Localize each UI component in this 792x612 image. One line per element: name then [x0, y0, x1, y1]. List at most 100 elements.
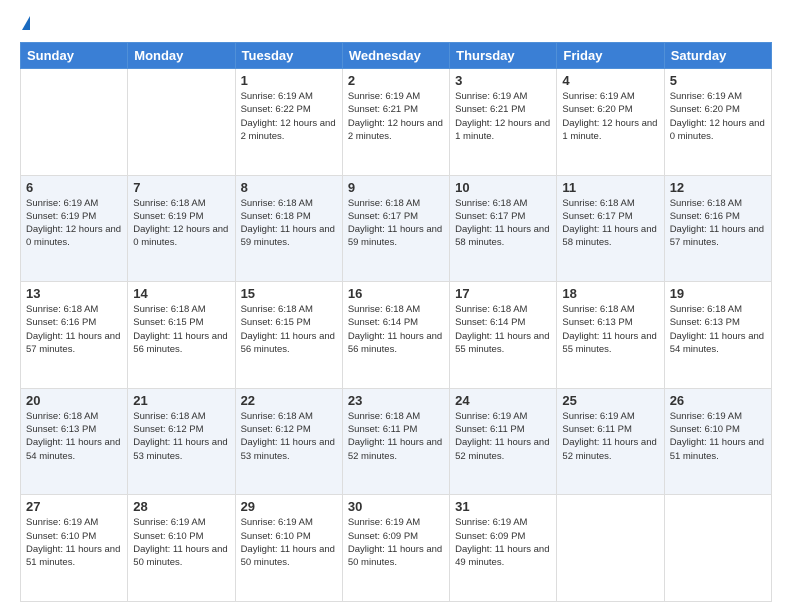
calendar-cell — [557, 495, 664, 602]
day-number: 16 — [348, 286, 444, 301]
day-number: 31 — [455, 499, 551, 514]
week-row-4: 20 Sunrise: 6:18 AM Sunset: 6:13 PM Dayli… — [21, 388, 772, 495]
day-number: 4 — [562, 73, 658, 88]
calendar-cell: 31Sunrise: 6:19 AM Sunset: 6:09 PM Dayli… — [450, 495, 557, 602]
day-number: 5 — [670, 73, 766, 88]
day-number: 24 — [455, 393, 551, 408]
day-header-friday: Friday — [557, 43, 664, 69]
day-number: 15 — [241, 286, 337, 301]
day-info: Sunrise: 6:19 AM Sunset: 6:19 PM Dayligh… — [26, 197, 122, 250]
page: SundayMondayTuesdayWednesdayThursdayFrid… — [0, 0, 792, 612]
day-number: 7 — [133, 180, 229, 195]
day-info: Sunrise: 6:18 AM Sunset: 6:13 PM Dayligh… — [670, 303, 766, 356]
calendar-cell: 3 Sunrise: 6:19 AM Sunset: 6:21 PM Daylig… — [450, 69, 557, 176]
day-number: 26 — [670, 393, 766, 408]
day-info: Sunrise: 6:18 AM Sunset: 6:13 PM Dayligh… — [562, 303, 658, 356]
day-header-monday: Monday — [128, 43, 235, 69]
day-header-sunday: Sunday — [21, 43, 128, 69]
calendar-cell: 4 Sunrise: 6:19 AM Sunset: 6:20 PM Daylig… — [557, 69, 664, 176]
day-number: 25 — [562, 393, 658, 408]
day-info: Sunrise: 6:19 AM Sunset: 6:10 PM Dayligh… — [133, 516, 229, 569]
day-info: Sunrise: 6:19 AM Sunset: 6:20 PM Dayligh… — [670, 90, 766, 143]
header — [20, 16, 772, 32]
calendar-cell: 17 Sunrise: 6:18 AM Sunset: 6:14 PM Dayli… — [450, 282, 557, 389]
day-number: 22 — [241, 393, 337, 408]
calendar-cell: 10 Sunrise: 6:18 AM Sunset: 6:17 PM Dayli… — [450, 175, 557, 282]
calendar: SundayMondayTuesdayWednesdayThursdayFrid… — [20, 42, 772, 602]
day-number: 3 — [455, 73, 551, 88]
calendar-cell: 19 Sunrise: 6:18 AM Sunset: 6:13 PM Dayli… — [664, 282, 771, 389]
day-number: 27 — [26, 499, 122, 514]
day-number: 28 — [133, 499, 229, 514]
day-info: Sunrise: 6:19 AM Sunset: 6:21 PM Dayligh… — [455, 90, 551, 143]
day-info: Sunrise: 6:18 AM Sunset: 6:14 PM Dayligh… — [455, 303, 551, 356]
day-number: 19 — [670, 286, 766, 301]
day-number: 13 — [26, 286, 122, 301]
day-info: Sunrise: 6:18 AM Sunset: 6:12 PM Dayligh… — [133, 410, 229, 463]
day-info: Sunrise: 6:18 AM Sunset: 6:13 PM Dayligh… — [26, 410, 122, 463]
week-row-1: 1 Sunrise: 6:19 AM Sunset: 6:22 PM Daylig… — [21, 69, 772, 176]
day-info: Sunrise: 6:18 AM Sunset: 6:18 PM Dayligh… — [241, 197, 337, 250]
day-info: Sunrise: 6:18 AM Sunset: 6:14 PM Dayligh… — [348, 303, 444, 356]
calendar-cell: 26Sunrise: 6:19 AM Sunset: 6:10 PM Dayli… — [664, 388, 771, 495]
day-header-wednesday: Wednesday — [342, 43, 449, 69]
day-number: 20 — [26, 393, 122, 408]
day-info: Sunrise: 6:18 AM Sunset: 6:17 PM Dayligh… — [455, 197, 551, 250]
day-number: 30 — [348, 499, 444, 514]
day-info: Sunrise: 6:18 AM Sunset: 6:12 PM Dayligh… — [241, 410, 337, 463]
day-number: 14 — [133, 286, 229, 301]
calendar-cell: 13 Sunrise: 6:18 AM Sunset: 6:16 PM Dayli… — [21, 282, 128, 389]
logo — [20, 16, 30, 32]
calendar-cell: 7 Sunrise: 6:18 AM Sunset: 6:19 PM Daylig… — [128, 175, 235, 282]
calendar-cell: 2 Sunrise: 6:19 AM Sunset: 6:21 PM Daylig… — [342, 69, 449, 176]
day-number: 23 — [348, 393, 444, 408]
calendar-cell: 11 Sunrise: 6:18 AM Sunset: 6:17 PM Dayli… — [557, 175, 664, 282]
day-number: 21 — [133, 393, 229, 408]
day-info: Sunrise: 6:19 AM Sunset: 6:21 PM Dayligh… — [348, 90, 444, 143]
day-info: Sunrise: 6:19 AM Sunset: 6:11 PM Dayligh… — [455, 410, 551, 463]
day-info: Sunrise: 6:19 AM Sunset: 6:10 PM Dayligh… — [241, 516, 337, 569]
logo-triangle-icon — [22, 16, 30, 30]
week-row-2: 6 Sunrise: 6:19 AM Sunset: 6:19 PM Daylig… — [21, 175, 772, 282]
day-info: Sunrise: 6:18 AM Sunset: 6:19 PM Dayligh… — [133, 197, 229, 250]
day-info: Sunrise: 6:18 AM Sunset: 6:16 PM Dayligh… — [26, 303, 122, 356]
calendar-cell: 1 Sunrise: 6:19 AM Sunset: 6:22 PM Daylig… — [235, 69, 342, 176]
day-info: Sunrise: 6:19 AM Sunset: 6:11 PM Dayligh… — [562, 410, 658, 463]
calendar-cell: 21 Sunrise: 6:18 AM Sunset: 6:12 PM Dayli… — [128, 388, 235, 495]
day-info: Sunrise: 6:18 AM Sunset: 6:17 PM Dayligh… — [562, 197, 658, 250]
day-info: Sunrise: 6:19 AM Sunset: 6:10 PM Dayligh… — [26, 516, 122, 569]
week-row-5: 27 Sunrise: 6:19 AM Sunset: 6:10 PM Dayli… — [21, 495, 772, 602]
day-info: Sunrise: 6:18 AM Sunset: 6:16 PM Dayligh… — [670, 197, 766, 250]
day-number: 17 — [455, 286, 551, 301]
day-number: 6 — [26, 180, 122, 195]
calendar-cell: 23 Sunrise: 6:18 AM Sunset: 6:11 PM Dayli… — [342, 388, 449, 495]
calendar-cell: 5 Sunrise: 6:19 AM Sunset: 6:20 PM Daylig… — [664, 69, 771, 176]
day-info: Sunrise: 6:19 AM Sunset: 6:22 PM Dayligh… — [241, 90, 337, 143]
calendar-cell: 20 Sunrise: 6:18 AM Sunset: 6:13 PM Dayli… — [21, 388, 128, 495]
calendar-cell: 6 Sunrise: 6:19 AM Sunset: 6:19 PM Daylig… — [21, 175, 128, 282]
day-info: Sunrise: 6:18 AM Sunset: 6:15 PM Dayligh… — [133, 303, 229, 356]
calendar-cell — [128, 69, 235, 176]
day-number: 12 — [670, 180, 766, 195]
calendar-cell: 30 Sunrise: 6:19 AM Sunset: 6:09 PM Dayli… — [342, 495, 449, 602]
calendar-cell: 8Sunrise: 6:18 AM Sunset: 6:18 PM Daylig… — [235, 175, 342, 282]
calendar-cell: 16 Sunrise: 6:18 AM Sunset: 6:14 PM Dayli… — [342, 282, 449, 389]
calendar-cell — [21, 69, 128, 176]
day-info: Sunrise: 6:19 AM Sunset: 6:09 PM Dayligh… — [348, 516, 444, 569]
day-number: 18 — [562, 286, 658, 301]
day-number: 11 — [562, 180, 658, 195]
calendar-cell: 18 Sunrise: 6:18 AM Sunset: 6:13 PM Dayli… — [557, 282, 664, 389]
day-number: 2 — [348, 73, 444, 88]
day-header-tuesday: Tuesday — [235, 43, 342, 69]
calendar-header-row: SundayMondayTuesdayWednesdayThursdayFrid… — [21, 43, 772, 69]
calendar-cell: 27 Sunrise: 6:19 AM Sunset: 6:10 PM Dayli… — [21, 495, 128, 602]
day-info: Sunrise: 6:18 AM Sunset: 6:15 PM Dayligh… — [241, 303, 337, 356]
calendar-cell: 25 Sunrise: 6:19 AM Sunset: 6:11 PM Dayli… — [557, 388, 664, 495]
calendar-cell: 28 Sunrise: 6:19 AM Sunset: 6:10 PM Dayli… — [128, 495, 235, 602]
day-number: 1 — [241, 73, 337, 88]
day-info: Sunrise: 6:18 AM Sunset: 6:11 PM Dayligh… — [348, 410, 444, 463]
calendar-cell — [664, 495, 771, 602]
day-number: 10 — [455, 180, 551, 195]
calendar-cell: 12 Sunrise: 6:18 AM Sunset: 6:16 PM Dayli… — [664, 175, 771, 282]
day-info: Sunrise: 6:19 AM Sunset: 6:20 PM Dayligh… — [562, 90, 658, 143]
